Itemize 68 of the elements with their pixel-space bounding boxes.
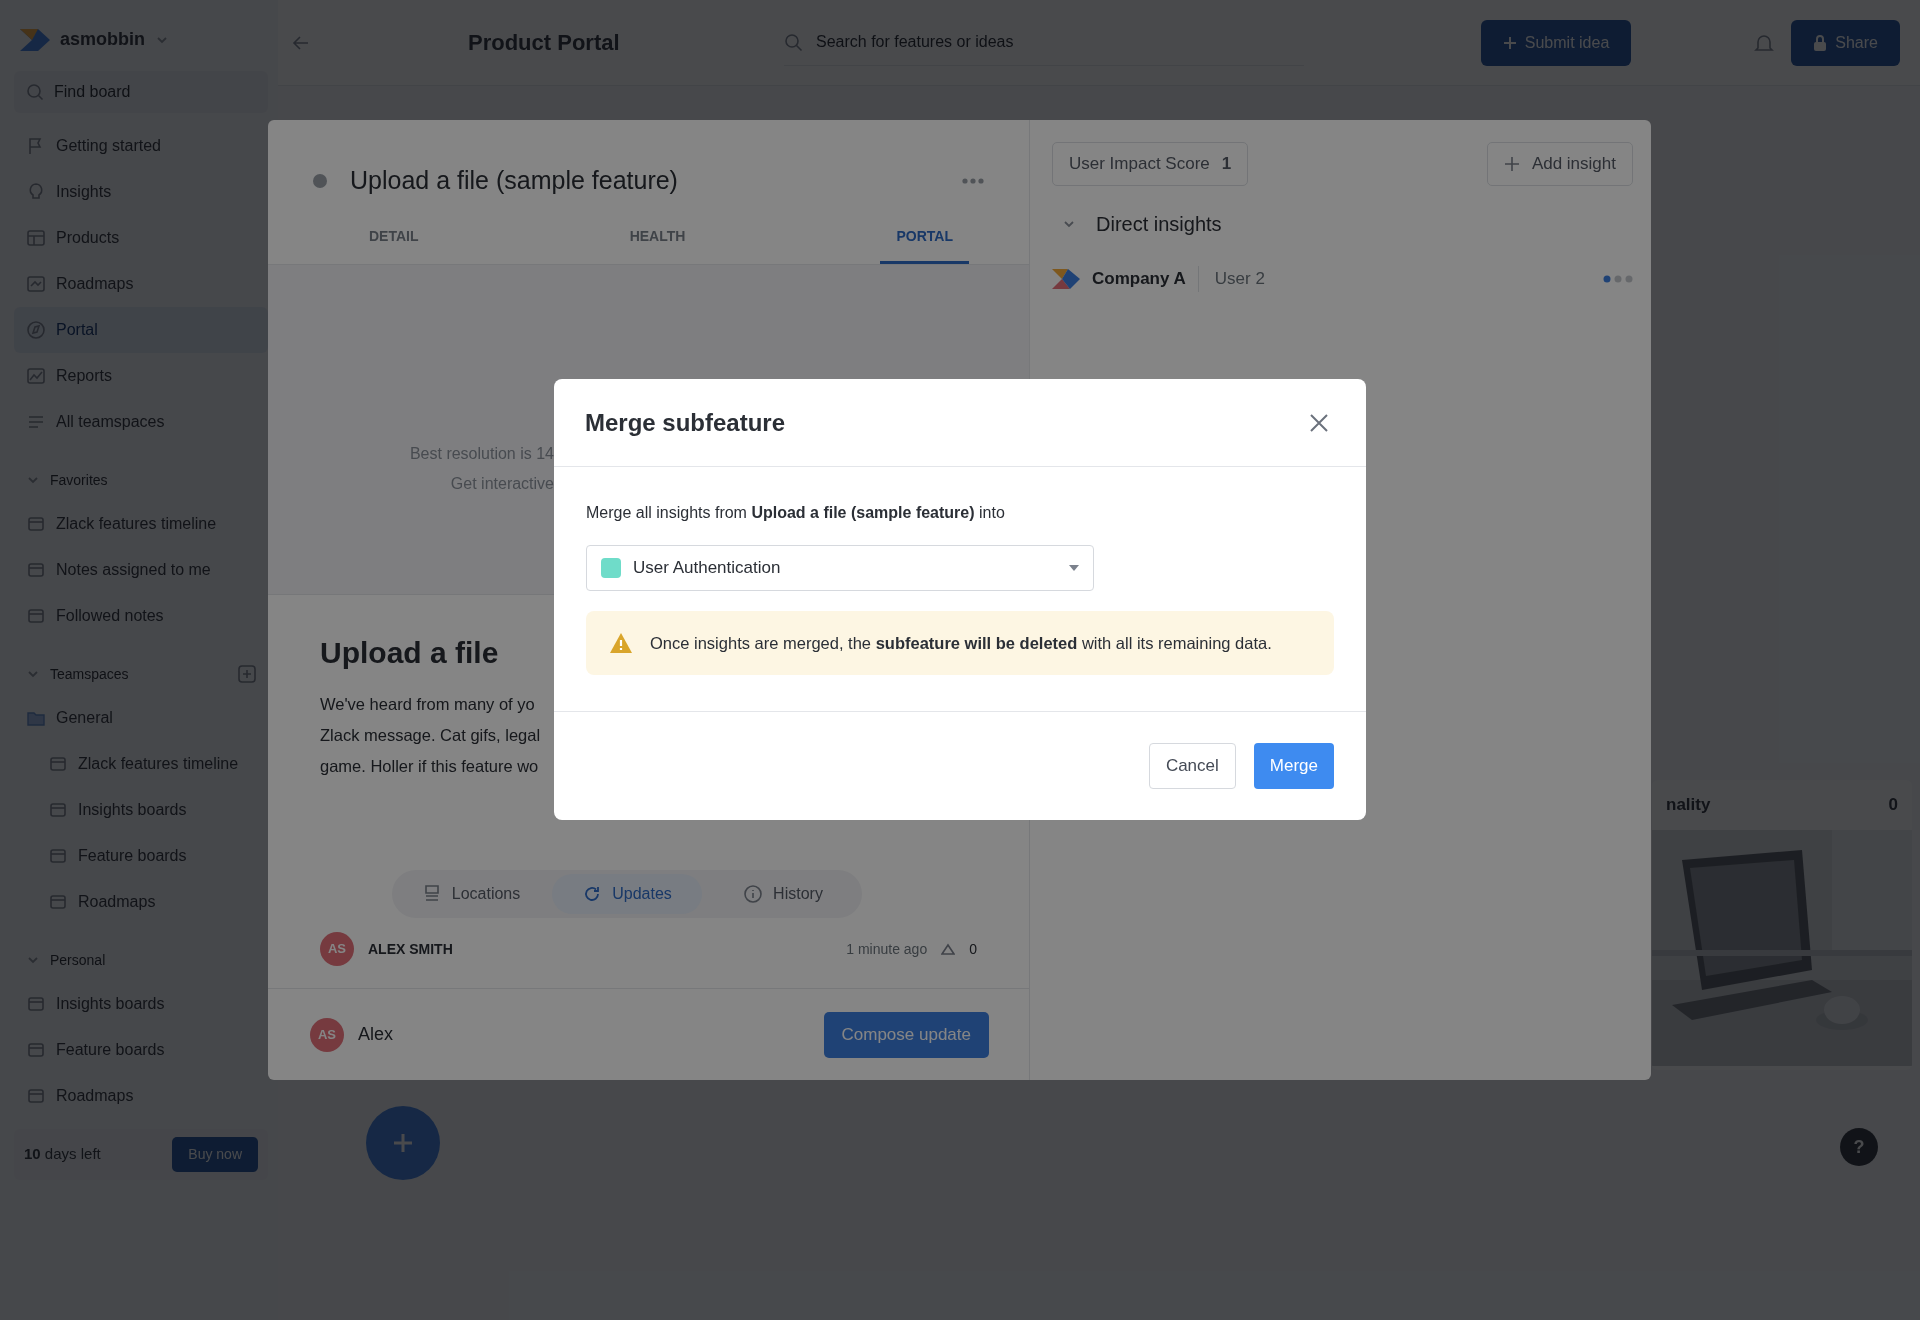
description-text: We've heard from many of yo — [320, 694, 536, 715]
map-icon — [26, 274, 46, 294]
board-icon — [26, 994, 46, 1014]
merge-button[interactable]: Merge — [1253, 743, 1334, 789]
vote-count: 0 — [1888, 794, 1898, 816]
board-icon — [48, 754, 68, 774]
cancel-button[interactable]: Cancel — [1148, 743, 1236, 789]
compass-icon — [26, 320, 46, 340]
segment-tab[interactable]: Updates — [552, 874, 702, 914]
compose-update-button[interactable]: Compose update — [823, 1011, 989, 1058]
user-name: Alex — [358, 1023, 393, 1046]
user-name: User 2 — [1197, 266, 1265, 292]
board-icon — [26, 1086, 46, 1106]
description-text: Zlack message. Cat gifs, legal — [320, 725, 542, 746]
description-text: game. Holler if this feature wo — [320, 756, 540, 777]
segment-tab[interactable]: Locations — [396, 874, 546, 914]
dots-icon — [1603, 274, 1633, 283]
board-icon — [26, 1040, 46, 1060]
company-logo-icon — [1052, 268, 1080, 289]
company-name: Company A — [1092, 268, 1186, 290]
board-icon — [48, 892, 68, 912]
add-insight-button[interactable]: Add insight — [1486, 142, 1633, 186]
group-title: Direct insights — [1096, 212, 1222, 237]
warning-icon — [610, 633, 632, 653]
search-icon — [26, 83, 44, 101]
caret-icon — [1069, 565, 1079, 571]
avatar: AS — [310, 1017, 344, 1052]
section-title: Favorites — [50, 470, 109, 490]
section-title: Teamspaces — [50, 664, 130, 684]
page-title: Product Portal — [468, 29, 621, 57]
board-icon — [26, 560, 46, 580]
avatar: AS — [320, 932, 354, 966]
chart-icon — [26, 366, 46, 386]
dialog-title: Merge subfeature — [585, 407, 786, 438]
info-icon — [743, 884, 764, 904]
plus-icon — [1503, 156, 1520, 172]
close-icon — [1310, 414, 1328, 433]
vote-count: 0 — [969, 939, 977, 959]
segment-tab[interactable]: History — [708, 874, 858, 914]
add-icon[interactable] — [238, 665, 256, 683]
plus-icon — [392, 1132, 414, 1154]
board-icon — [26, 606, 46, 626]
board-icon — [26, 514, 46, 534]
update-time: 1 minute ago — [846, 939, 928, 959]
bulb-icon — [26, 182, 46, 202]
help-button[interactable]: ? — [1840, 1128, 1878, 1166]
feature-heading: Upload a file — [320, 635, 500, 671]
tab[interactable]: DETAIL — [353, 212, 435, 264]
warning-text: Once insights are merged, the subfeature will be deleted with all its remaining data. — [650, 632, 1272, 654]
search-field[interactable]: Search for features or ideas — [784, 19, 1304, 66]
impact-score-button[interactable]: User Impact Score 1 — [1052, 142, 1249, 186]
box-icon — [26, 228, 46, 248]
author-name: ALEX SMITH — [368, 939, 453, 959]
status-dot-icon — [312, 173, 328, 189]
section-title: Personal — [50, 950, 107, 970]
board-icon — [48, 800, 68, 820]
card-title: nality — [1666, 794, 1711, 816]
plus-icon — [1502, 35, 1517, 50]
board-icon — [48, 846, 68, 866]
logo-icon — [20, 28, 50, 51]
dialog-message: Merge all insights from Upload a file (sample feature) into — [586, 503, 1006, 523]
more-icon[interactable] — [961, 177, 985, 185]
lock-icon — [1813, 34, 1828, 51]
feature-title: Upload a file (sample feature) — [350, 165, 679, 197]
upvote-icon[interactable] — [941, 943, 956, 955]
tab[interactable]: HEALTH — [613, 212, 702, 264]
search-icon — [784, 32, 804, 53]
feature-select[interactable]: User Authentication — [586, 545, 1094, 591]
